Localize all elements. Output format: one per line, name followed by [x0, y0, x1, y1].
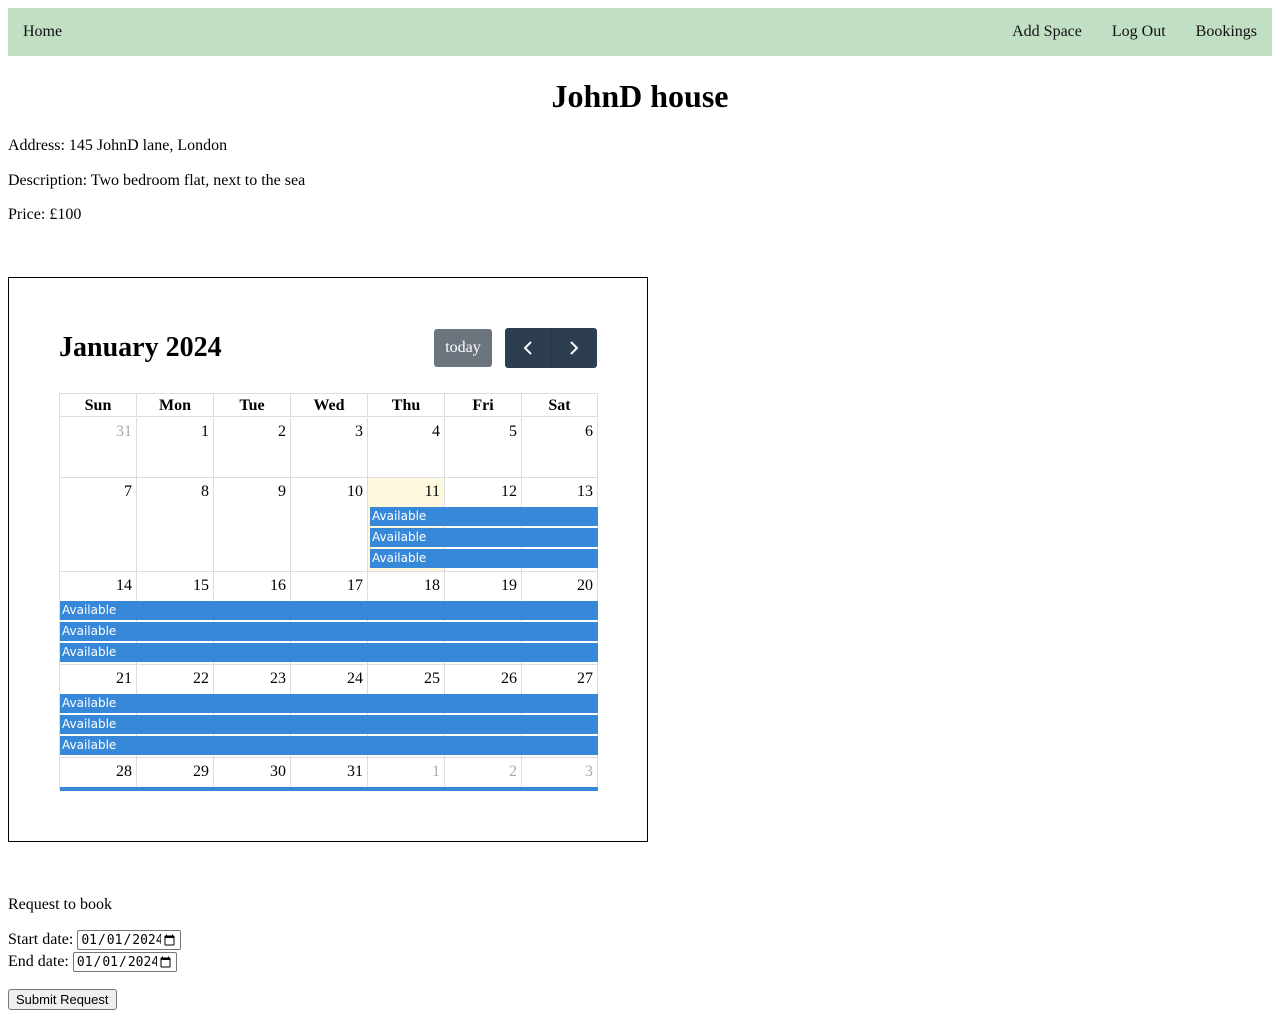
day-number: 3 — [355, 423, 363, 440]
day-number: 31 — [347, 763, 363, 780]
availability-event[interactable]: Available — [60, 643, 598, 662]
availability-event[interactable]: Available — [370, 528, 598, 547]
nav-home-link[interactable]: Home — [8, 8, 77, 56]
day-number: 6 — [585, 423, 593, 440]
day-cell[interactable]: 7 — [60, 478, 137, 572]
day-number: 8 — [201, 483, 209, 500]
day-number: 12 — [501, 483, 517, 500]
start-date-row: Start date: — [8, 930, 182, 950]
space-price: Price: £100 — [8, 206, 82, 223]
day-number: 10 — [347, 483, 363, 500]
end-date-label: End date: — [8, 953, 69, 970]
day-number: 30 — [270, 763, 286, 780]
today-button[interactable]: today — [434, 329, 492, 367]
end-date-input[interactable] — [72, 952, 177, 972]
day-cell[interactable]: 1 — [368, 758, 445, 790]
day-number: 27 — [577, 670, 593, 687]
day-number: 25 — [424, 670, 440, 687]
booking-heading: Request to book — [8, 896, 112, 913]
day-number: 31 — [116, 423, 132, 440]
day-number: 9 — [278, 483, 286, 500]
weekday-header: Sat — [522, 394, 598, 417]
start-date-input[interactable] — [77, 930, 182, 950]
day-number: 26 — [501, 670, 517, 687]
day-number: 14 — [116, 577, 132, 594]
chevron-right-icon — [570, 341, 579, 355]
day-number: 15 — [193, 577, 209, 594]
day-number: 1 — [432, 763, 440, 780]
day-cell[interactable]: 28 — [60, 758, 137, 790]
space-title: JohnD house — [551, 78, 729, 114]
availability-event[interactable]: Available — [60, 601, 598, 620]
chevron-left-icon — [523, 341, 532, 355]
day-number: 29 — [193, 763, 209, 780]
day-cell[interactable]: 31 — [60, 418, 137, 478]
nav-log-out-link[interactable]: Log Out — [1097, 8, 1181, 56]
weekday-header: Mon — [137, 394, 214, 417]
day-number: 11 — [424, 483, 440, 500]
day-cell[interactable]: 8 — [137, 478, 214, 572]
day-number: 13 — [577, 483, 593, 500]
day-cell[interactable]: 31 — [291, 758, 368, 790]
day-cell[interactable]: 2 — [214, 418, 291, 478]
day-number: 5 — [509, 423, 517, 440]
day-number: 2 — [278, 423, 286, 440]
day-number: 16 — [270, 577, 286, 594]
availability-event[interactable]: Available — [370, 549, 598, 568]
day-number: 1 — [201, 423, 209, 440]
weekday-header: Sun — [60, 394, 137, 417]
calendar-grid: Sun Mon Tue Wed Thu Fri Sat 31 1 2 3 4 5 6 7 8 9 10 11 12 13… — [59, 393, 598, 791]
submit-request-button[interactable]: Submit Request — [8, 989, 117, 1010]
day-cell[interactable]: 9 — [214, 478, 291, 572]
day-cell[interactable]: 29 — [137, 758, 214, 790]
day-cell[interactable]: 1 — [137, 418, 214, 478]
month-nav-buttons — [505, 328, 597, 368]
availability-event[interactable]: Available — [370, 507, 598, 526]
day-number: 21 — [116, 670, 132, 687]
day-number: 19 — [501, 577, 517, 594]
day-number: 18 — [424, 577, 440, 594]
next-month-button[interactable] — [550, 328, 598, 368]
day-cell[interactable]: 5 — [445, 418, 522, 478]
day-cell[interactable]: 4 — [368, 418, 445, 478]
end-date-row: End date: — [8, 952, 177, 972]
day-number: 24 — [347, 670, 363, 687]
day-number: 3 — [585, 763, 593, 780]
availability-event[interactable]: Available — [60, 736, 598, 755]
prev-month-button[interactable] — [505, 328, 551, 368]
calendar-title: January 2024 — [59, 332, 222, 363]
day-number: 2 — [509, 763, 517, 780]
day-number: 17 — [347, 577, 363, 594]
weekday-header: Tue — [214, 394, 291, 417]
availability-event-overflow[interactable] — [60, 787, 598, 791]
weekday-header: Wed — [291, 394, 368, 417]
nav-add-space-link[interactable]: Add Space — [997, 8, 1097, 56]
day-number: 23 — [270, 670, 286, 687]
day-number: 7 — [124, 483, 132, 500]
weekday-header: Fri — [445, 394, 522, 417]
space-address: Address: 145 JohnD lane, London — [8, 137, 228, 154]
day-cell[interactable]: 3 — [522, 758, 598, 790]
day-number: 28 — [116, 763, 132, 780]
day-cell[interactable]: 3 — [291, 418, 368, 478]
day-number: 4 — [432, 423, 440, 440]
availability-calendar: January 2024 today Sun Mon Tue Wed Thu Fri Sat… — [8, 277, 648, 842]
day-number: 22 — [193, 670, 209, 687]
day-cell[interactable]: 6 — [522, 418, 598, 478]
day-cell[interactable]: 2 — [445, 758, 522, 790]
start-date-label: Start date: — [8, 931, 74, 948]
day-number: 20 — [577, 577, 593, 594]
nav-bookings-link[interactable]: Bookings — [1181, 8, 1272, 56]
availability-event[interactable]: Available — [60, 694, 598, 713]
space-description: Description: Two bedroom flat, next to t… — [8, 172, 306, 189]
day-cell[interactable]: 10 — [291, 478, 368, 572]
day-cell[interactable]: 30 — [214, 758, 291, 790]
weekday-header: Thu — [368, 394, 445, 417]
availability-event[interactable]: Available — [60, 715, 598, 734]
availability-event[interactable]: Available — [60, 622, 598, 641]
top-navbar: Home Add Space Log Out Bookings — [8, 8, 1272, 56]
